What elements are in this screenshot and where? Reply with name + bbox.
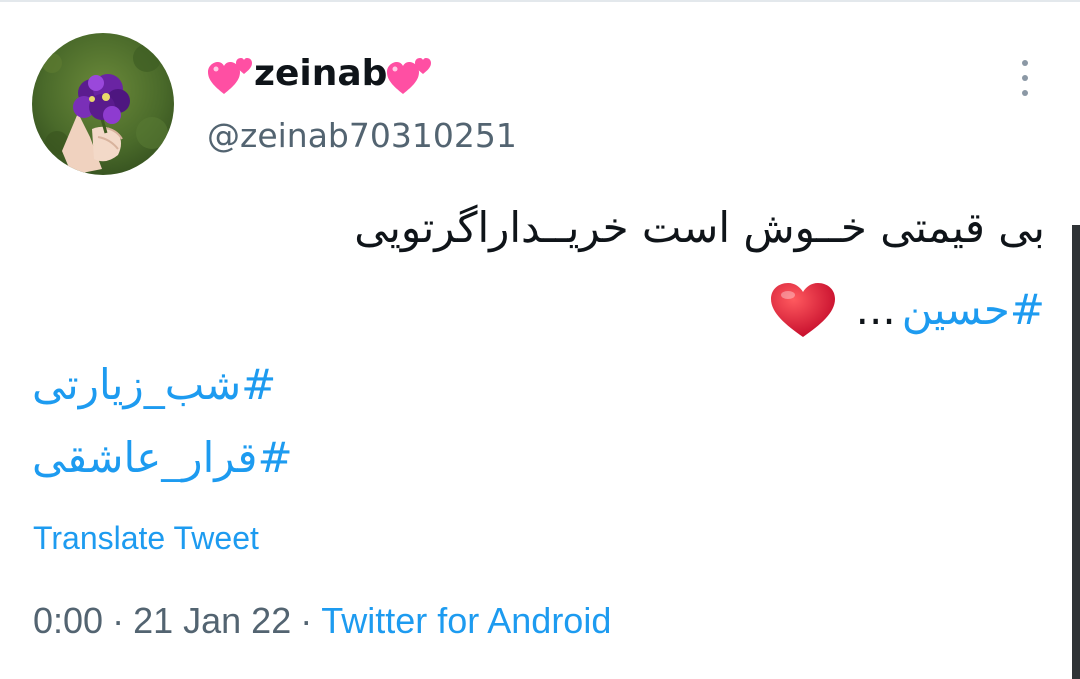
translate-tweet-link[interactable]: Translate Tweet (33, 520, 259, 557)
display-name-text: zeinab (254, 52, 388, 94)
hashtag-link[interactable]: #قرار_عاشقی (32, 428, 293, 488)
meta-separator: · (300, 600, 313, 641)
ellipsis-text: ... (855, 285, 896, 334)
flower-bouquet-icon (32, 33, 174, 175)
tweet-hashtag-line: #حسین ... (768, 280, 1045, 340)
two-hearts-icon (385, 54, 435, 98)
tweet-date[interactable]: 21 Jan 22 (133, 600, 291, 641)
tweet-text-line: بی قیمتی خــوش است خریــداراگرتویی (354, 203, 1045, 252)
tweet-meta: 0:00 · 21 Jan 22 · Twitter for Android (33, 600, 611, 642)
avatar[interactable] (32, 33, 174, 175)
scrollbar[interactable] (1072, 225, 1080, 679)
two-hearts-icon (206, 54, 256, 98)
top-divider (0, 0, 1080, 2)
more-dot-icon (1022, 90, 1028, 96)
tweet-time[interactable]: 0:00 (33, 600, 103, 641)
meta-separator: · (112, 600, 125, 641)
more-dot-icon (1022, 75, 1028, 81)
red-heart-icon (768, 281, 838, 339)
user-handle[interactable]: @zeinab70310251 (207, 116, 517, 155)
hashtag-link[interactable]: #حسین (902, 280, 1045, 340)
hashtag-link[interactable]: #شب_زیارتی (32, 355, 276, 415)
more-dot-icon (1022, 60, 1028, 66)
display-name[interactable]: zeinab (206, 48, 435, 104)
tweet-source-link[interactable]: Twitter for Android (321, 600, 611, 641)
more-options-button[interactable] (1010, 60, 1040, 96)
